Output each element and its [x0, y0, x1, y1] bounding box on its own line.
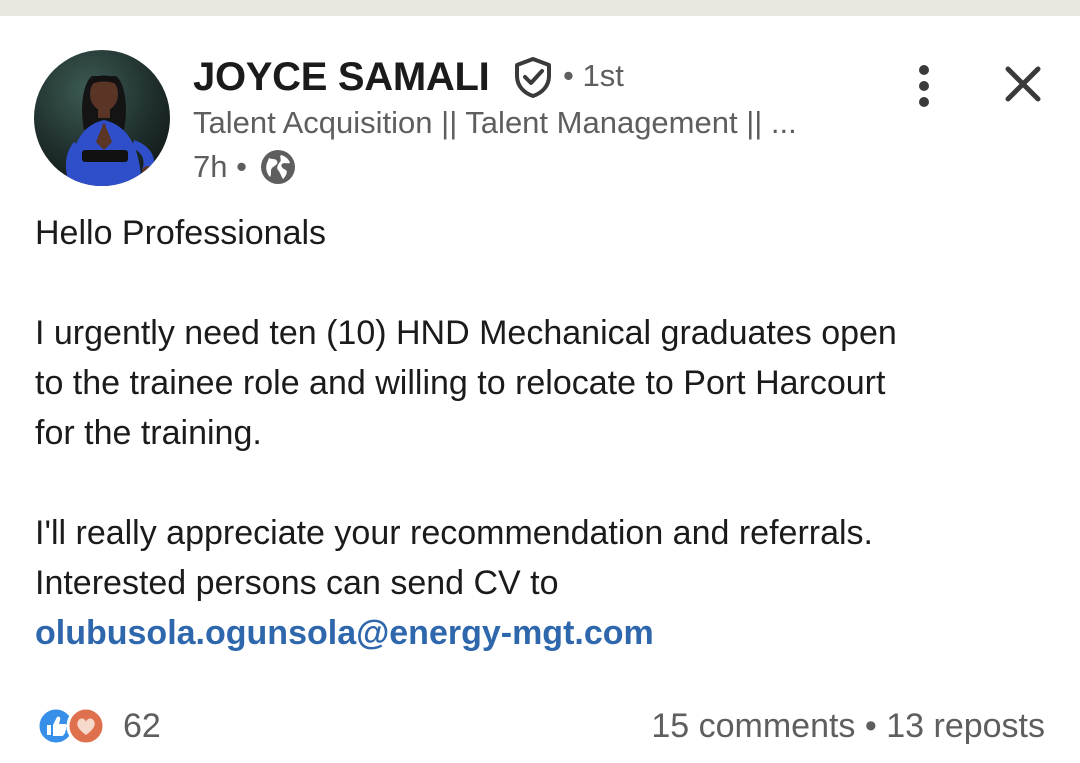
stats-separator: •: [855, 707, 887, 745]
post-paragraph-line: to the trainee role and willing to reloc…: [35, 364, 886, 402]
social-counts: 15 comments • 13 reposts: [651, 702, 1045, 750]
author-name[interactable]: JOYCE SAMALI: [193, 52, 490, 102]
connection-degree: • 1st: [563, 58, 624, 93]
post-paragraph-line: for the training.: [35, 414, 262, 452]
avatar[interactable]: [34, 50, 170, 186]
post-paragraph-line: Interested persons can send CV to: [35, 564, 559, 602]
love-icon: [66, 706, 106, 746]
post-greeting: Hello Professionals: [35, 214, 327, 252]
post-paragraph-line: I urgently need ten (10) HND Mechanical …: [35, 314, 897, 352]
more-options-button[interactable]: [902, 60, 946, 112]
post-body: Hello Professionals I urgently need ten …: [35, 208, 1045, 658]
email-link[interactable]: olubusola.ogunsola@energy-mgt.com: [35, 614, 654, 652]
reaction-count[interactable]: 62: [123, 702, 161, 750]
reaction-icons[interactable]: [36, 704, 110, 748]
globe-icon: [261, 150, 295, 184]
author-headline: Talent Acquisition || Talent Management …: [193, 105, 797, 140]
verified-shield-icon: [515, 57, 551, 98]
top-divider-strip: [0, 0, 1080, 16]
post-paragraph-line: I'll really appreciate your recommendati…: [35, 514, 873, 552]
profile-photo: [34, 50, 170, 186]
post-timestamp: 7h •: [193, 149, 247, 184]
reposts-count[interactable]: 13 reposts: [886, 707, 1045, 745]
comments-count[interactable]: 15 comments: [651, 707, 855, 745]
close-icon[interactable]: [998, 62, 1048, 108]
